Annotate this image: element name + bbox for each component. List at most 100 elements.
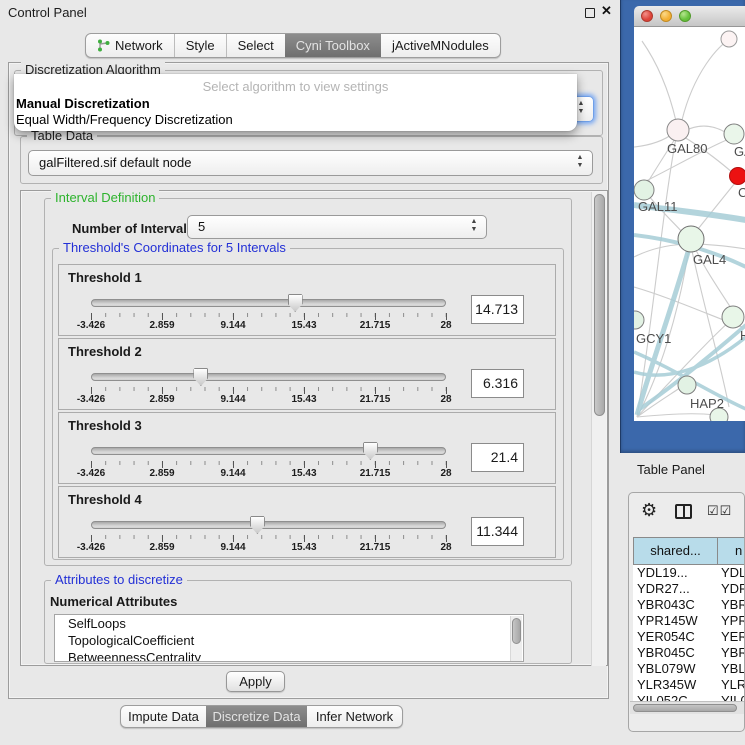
table-panel-title: Table Panel [637, 462, 705, 477]
table-row[interactable]: YPR145WYPR1 [633, 613, 745, 629]
tab-infer-network[interactable]: Infer Network [307, 706, 402, 727]
network-node[interactable] [724, 124, 744, 144]
network-node-selected-red[interactable] [730, 168, 745, 185]
table-row[interactable]: YLR345WYLR3 [633, 677, 745, 693]
node-label-hap2: HAP2 [690, 396, 724, 411]
scrollbar-thumb[interactable] [594, 194, 605, 416]
scrollbar-thumb[interactable] [512, 618, 521, 644]
threshold-4-value-field[interactable]: 11.344 [471, 517, 524, 546]
network-window-titlebar[interactable] [634, 6, 745, 27]
threshold-3-box: Threshold 3 -3.4262.859 9.14415.43 21.71… [58, 412, 556, 484]
network-node[interactable] [721, 31, 737, 47]
network-tab-icon [97, 39, 110, 52]
network-node-gal11[interactable] [634, 180, 654, 200]
network-view-window[interactable]: GAL80 GA C GAL11 GAL4 GCY1 H HAP2 [620, 0, 745, 453]
control-panel-titlebar: Control Panel ✕ [0, 0, 618, 26]
combo-arrows-icon: ▲▼ [575, 154, 585, 170]
table-row[interactable]: YDR27...YDR2 [633, 581, 745, 597]
threshold-3-value-field[interactable]: 21.4 [471, 443, 524, 472]
attributes-scrollbar[interactable] [510, 616, 522, 662]
network-node[interactable] [722, 306, 744, 328]
tab-cyni-toolbox[interactable]: Cyni Toolbox [285, 34, 381, 57]
table-data-select[interactable]: galFiltered.sif default node ▲▼ [28, 150, 593, 176]
list-item[interactable]: BetweennessCentrality [55, 649, 523, 662]
table-row[interactable]: YDL19...YDL1 [633, 565, 745, 581]
threshold-4-label: Threshold 4 [68, 492, 142, 507]
algorithm-option-equal-width[interactable]: Equal Width/Frequency Discretization [14, 111, 577, 127]
list-item[interactable]: SelfLoops [55, 615, 523, 632]
algorithm-option-manual[interactable]: Manual Discretization [14, 94, 577, 111]
tab-network[interactable]: Network [86, 34, 174, 57]
node-label-partial: GA [734, 144, 745, 159]
threshold-2-box: Threshold 2 -3.4262.859 9.14415.43 21.71… [58, 338, 556, 410]
app-root: Control Panel ✕ Network Style Select Cyn… [0, 0, 745, 745]
slider-thumb[interactable] [363, 442, 378, 460]
zoom-traffic-light-icon[interactable] [679, 10, 691, 22]
numerical-attributes-list: SelfLoops TopologicalCoefficient Between… [54, 614, 524, 662]
node-label-gcy1: GCY1 [636, 331, 671, 346]
slider-tick-labels: -3.4262.859 9.14415.43 21.71528 [91, 542, 446, 554]
threshold-3-slider[interactable] [91, 447, 446, 455]
slider-thumb[interactable] [193, 368, 208, 386]
threshold-1-box: Threshold 1 -3.4262.859 9.14415.43 21.71… [58, 264, 556, 336]
close-traffic-light-icon[interactable] [641, 10, 653, 22]
threshold-2-label: Threshold 2 [68, 344, 142, 359]
close-icon[interactable]: ✕ [601, 3, 612, 19]
minimize-traffic-light-icon[interactable] [660, 10, 672, 22]
table-row[interactable]: YBL079WYBL0 [633, 661, 745, 677]
slider-thumb[interactable] [288, 294, 303, 312]
table-rows: YDL19...YDL1 YDR27...YDR2 YBR043CYBR0 YP… [633, 565, 745, 707]
top-tab-bar: Network Style Select Cyni Toolbox jActiv… [85, 33, 501, 58]
tab-discretize-data[interactable]: Discretize Data [206, 706, 307, 727]
network-node-gcy1[interactable] [634, 311, 644, 329]
node-label-partial: H [740, 328, 745, 343]
network-canvas[interactable]: GAL80 GA C GAL11 GAL4 GCY1 H HAP2 [634, 27, 745, 421]
tab-impute-data[interactable]: Impute Data [121, 706, 206, 727]
network-node-gal80[interactable] [667, 119, 689, 141]
table-data-selected-value: galFiltered.sif default node [39, 155, 191, 170]
threshold-1-label: Threshold 1 [68, 270, 142, 285]
scrollbar-thumb[interactable] [633, 704, 737, 712]
number-of-intervals-select[interactable]: 5 ▲▼ [187, 215, 487, 239]
column-header-name[interactable]: n [718, 537, 745, 565]
network-node-hap2[interactable] [678, 376, 696, 394]
apply-button[interactable]: Apply [226, 671, 285, 692]
number-of-intervals-value: 5 [198, 219, 205, 234]
table-horizontal-scrollbar[interactable] [630, 701, 745, 714]
threshold-1-value-field[interactable]: 14.713 [471, 295, 524, 324]
threshold-1-slider[interactable] [91, 299, 446, 307]
tab-network-label: Network [115, 38, 163, 53]
table-row[interactable]: YBR045CYBR0 [633, 645, 745, 661]
tab-jactivemnodules[interactable]: jActiveMNodules [381, 34, 500, 57]
threshold-2-value-field[interactable]: 6.316 [471, 369, 524, 398]
threshold-4-box: Threshold 4 -3.4262.859 9.14415.43 21.71… [58, 486, 556, 558]
settings-vertical-scrollbar[interactable] [591, 192, 606, 666]
tab-select[interactable]: Select [226, 34, 285, 57]
numerical-attributes-label: Numerical Attributes [50, 594, 177, 609]
table-header-row: shared... n [633, 537, 745, 565]
node-label-gal11: GAL11 [638, 199, 678, 214]
combo-arrows-icon: ▲▼ [576, 100, 586, 116]
algorithm-dropdown-popup: Select algorithm to view settings Manual… [14, 74, 577, 131]
table-row[interactable]: YER054CYER0 [633, 629, 745, 645]
select-columns-icons[interactable]: ☑☑ [707, 503, 732, 519]
threshold-2-slider[interactable] [91, 373, 446, 381]
table-panel-box: ⚙ ☑☑ shared... n YDL19...YDL1 YDR27...YD… [628, 492, 745, 732]
threshold-4-slider[interactable] [91, 521, 446, 529]
node-label-partial: C [738, 185, 745, 200]
algorithm-dropdown-hint: Select algorithm to view settings [14, 74, 577, 94]
gear-icon[interactable]: ⚙ [641, 500, 657, 521]
column-header-shared-name[interactable]: shared... [633, 537, 718, 565]
number-of-intervals-label: Number of Intervals [72, 221, 194, 236]
combo-arrows-icon: ▲▼ [469, 218, 479, 234]
list-item[interactable]: TopologicalCoefficient [55, 632, 523, 649]
columns-icon[interactable] [675, 504, 692, 519]
float-window-icon[interactable] [585, 8, 595, 18]
interval-definition-title: Interval Definition [51, 190, 159, 205]
thresholds-group-title: Threshold's Coordinates for 5 Intervals [59, 240, 290, 255]
slider-tick-labels: -3.4262.859 9.14415.43 21.71528 [91, 320, 446, 332]
slider-thumb[interactable] [250, 516, 265, 534]
table-row[interactable]: YBR043CYBR0 [633, 597, 745, 613]
network-node-gal4[interactable] [678, 226, 704, 252]
tab-style[interactable]: Style [174, 34, 226, 57]
